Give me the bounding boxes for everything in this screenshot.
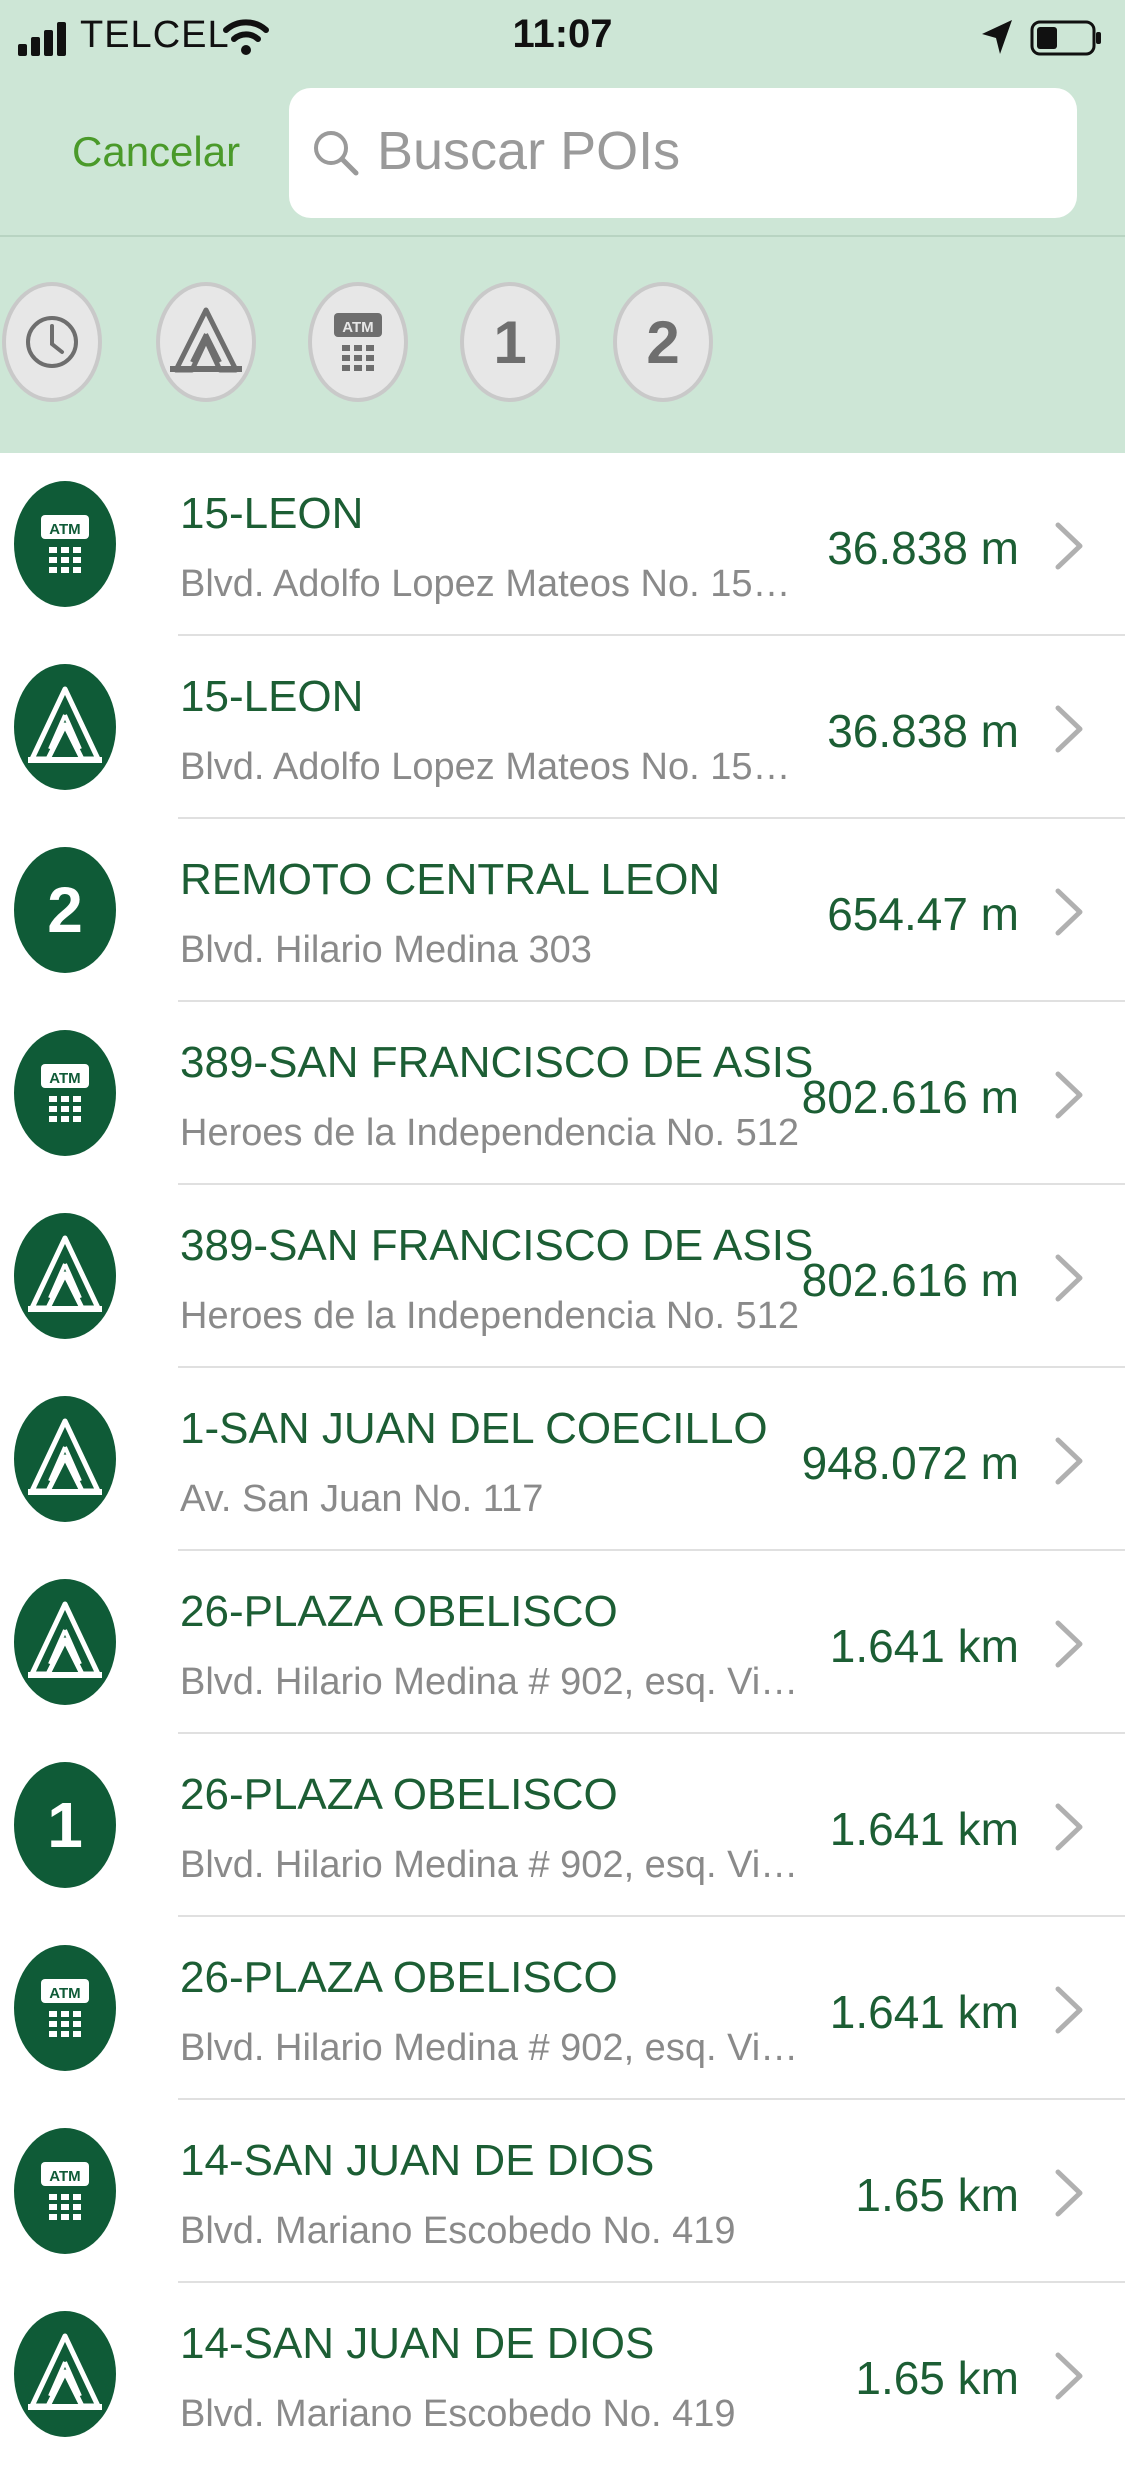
poi-title: 15-LEON (180, 489, 364, 538)
poi-distance: 1.641 km (829, 1986, 1019, 2038)
chevron-right-icon (1055, 888, 1083, 936)
poi-title: 14-SAN JUAN DE DIOS (180, 2319, 655, 2368)
poi-distance: 802.616 m (801, 1071, 1019, 1123)
filter-recent[interactable] (2, 282, 102, 402)
atm-icon: ATM (14, 1945, 116, 2071)
atm-icon: ATM (334, 313, 382, 371)
poi-distance: 36.838 m (827, 705, 1019, 757)
top-header: TELCEL 11:07 Cancelar Buscar POIs ATM 1 … (0, 0, 1125, 453)
svg-text:ATM: ATM (49, 1985, 80, 2002)
chevron-right-icon (1055, 705, 1083, 753)
atm-icon: ATM (14, 481, 116, 607)
poi-distance: 802.616 m (801, 1254, 1019, 1306)
status-bar: TELCEL 11:07 (0, 0, 1125, 75)
poi-address: Blvd. Hilario Medina # 902, esq. Vicen..… (180, 1661, 805, 1703)
poi-title: 389-SAN FRANCISCO DE ASIS (180, 1221, 814, 1270)
chevron-right-icon (1055, 1803, 1083, 1851)
poi-address: Blvd. Adolfo Lopez Mateos No. 1511,... (180, 563, 805, 605)
poi-distance: 1.65 km (855, 2352, 1019, 2404)
svg-text:ATM: ATM (49, 2168, 80, 2185)
poi-title: 389-SAN FRANCISCO DE ASIS (180, 1038, 814, 1087)
poi-address: Blvd. Mariano Escobedo No. 419 (180, 2210, 736, 2252)
chevron-right-icon (1055, 2352, 1083, 2400)
poi-row[interactable]: 1 26-PLAZA OBELISCO Blvd. Hilario Medina… (0, 1734, 1125, 1917)
poi-distance: 1.641 km (829, 1620, 1019, 1672)
poi-title: 26-PLAZA OBELISCO (180, 1770, 618, 1819)
poi-row[interactable]: 389-SAN FRANCISCO DE ASIS Heroes de la I… (0, 1185, 1125, 1368)
filter-1[interactable]: 1 (460, 282, 560, 402)
filter-2[interactable]: 2 (613, 282, 713, 402)
poi-row[interactable]: 15-LEON Blvd. Adolfo Lopez Mateos No. 15… (0, 636, 1125, 819)
poi-address: Blvd. Mariano Escobedo No. 419 (180, 2393, 736, 2435)
poi-row[interactable]: ATM 26-PLAZA OBELISCO Blvd. Hilario Medi… (0, 1917, 1125, 2100)
poi-row[interactable]: 1-SAN JUAN DEL COECILLO Av. San Juan No.… (0, 1368, 1125, 1551)
poi-title: REMOTO CENTRAL LEON (180, 855, 721, 904)
chevron-right-icon (1055, 1620, 1083, 1668)
number-badge-icon: 2 (14, 847, 116, 973)
poi-distance: 1.65 km (855, 2169, 1019, 2221)
branch-logo-icon (14, 2311, 116, 2437)
chevron-right-icon (1055, 522, 1083, 570)
cancel-button[interactable]: Cancelar (72, 128, 240, 176)
poi-results-list: ATM 15-LEON Blvd. Adolfo Lopez Mateos No… (0, 453, 1125, 2466)
poi-distance: 654.47 m (827, 888, 1019, 940)
poi-row[interactable]: 14-SAN JUAN DE DIOS Blvd. Mariano Escobe… (0, 2283, 1125, 2466)
chevron-right-icon (1055, 1986, 1083, 2034)
chevron-right-icon (1055, 1071, 1083, 1119)
filter-branch[interactable] (156, 282, 256, 402)
clock-time: 11:07 (512, 12, 613, 56)
badge-number: 2 (47, 874, 83, 946)
svg-text:ATM: ATM (342, 319, 373, 336)
poi-distance: 948.072 m (801, 1437, 1019, 1489)
branch-logo-icon (170, 307, 242, 373)
poi-title: 15-LEON (180, 672, 364, 721)
chevron-right-icon (1055, 2169, 1083, 2217)
poi-address: Blvd. Hilario Medina # 902, esq. Vicen..… (180, 1844, 805, 1886)
poi-row[interactable]: 26-PLAZA OBELISCO Blvd. Hilario Medina #… (0, 1551, 1125, 1734)
poi-distance: 1.641 km (829, 1803, 1019, 1855)
filter-label: 2 (646, 308, 680, 376)
poi-address: Heroes de la Independencia No. 512 (180, 1112, 800, 1154)
poi-title: 14-SAN JUAN DE DIOS (180, 2136, 655, 2185)
search-input[interactable]: Buscar POIs (289, 88, 1077, 218)
atm-icon: ATM (14, 1030, 116, 1156)
filter-atm[interactable]: ATM (308, 282, 408, 402)
branch-logo-icon (14, 1579, 116, 1705)
clock-icon (26, 316, 78, 368)
header-divider (0, 235, 1125, 237)
poi-row[interactable]: ATM 14-SAN JUAN DE DIOS Blvd. Mariano Es… (0, 2100, 1125, 2283)
atm-icon: ATM (14, 2128, 116, 2254)
chevron-right-icon (1055, 1254, 1083, 1302)
poi-address: Blvd. Hilario Medina # 902, esq. Vicen..… (180, 2027, 805, 2069)
poi-title: 26-PLAZA OBELISCO (180, 1587, 618, 1636)
poi-address: Blvd. Adolfo Lopez Mateos No. 1511,... (180, 746, 805, 788)
search-placeholder: Buscar POIs (377, 121, 681, 181)
battery-icon (1030, 20, 1101, 56)
poi-address: Heroes de la Independencia No. 512 (180, 1295, 800, 1337)
branch-logo-icon (14, 1396, 116, 1522)
filter-label: 1 (493, 308, 527, 376)
branch-logo-icon (14, 1213, 116, 1339)
branch-logo-icon (14, 664, 116, 790)
chevron-right-icon (1055, 1437, 1083, 1485)
search-icon (314, 131, 359, 176)
poi-address: Blvd. Hilario Medina 303 (180, 929, 592, 971)
svg-text:ATM: ATM (49, 521, 80, 538)
badge-number: 1 (47, 1789, 83, 1861)
location-arrow-icon (982, 20, 1012, 54)
poi-address: Av. San Juan No. 117 (180, 1478, 544, 1520)
poi-row[interactable]: ATM 389-SAN FRANCISCO DE ASIS Heroes de … (0, 1002, 1125, 1185)
number-badge-icon: 1 (14, 1762, 116, 1888)
poi-row[interactable]: 2 REMOTO CENTRAL LEON Blvd. Hilario Medi… (0, 819, 1125, 1002)
poi-distance: 36.838 m (827, 522, 1019, 574)
poi-title: 1-SAN JUAN DEL COECILLO (180, 1404, 768, 1453)
poi-row[interactable]: ATM 15-LEON Blvd. Adolfo Lopez Mateos No… (0, 453, 1125, 636)
poi-title: 26-PLAZA OBELISCO (180, 1953, 618, 2002)
svg-text:ATM: ATM (49, 1070, 80, 1087)
